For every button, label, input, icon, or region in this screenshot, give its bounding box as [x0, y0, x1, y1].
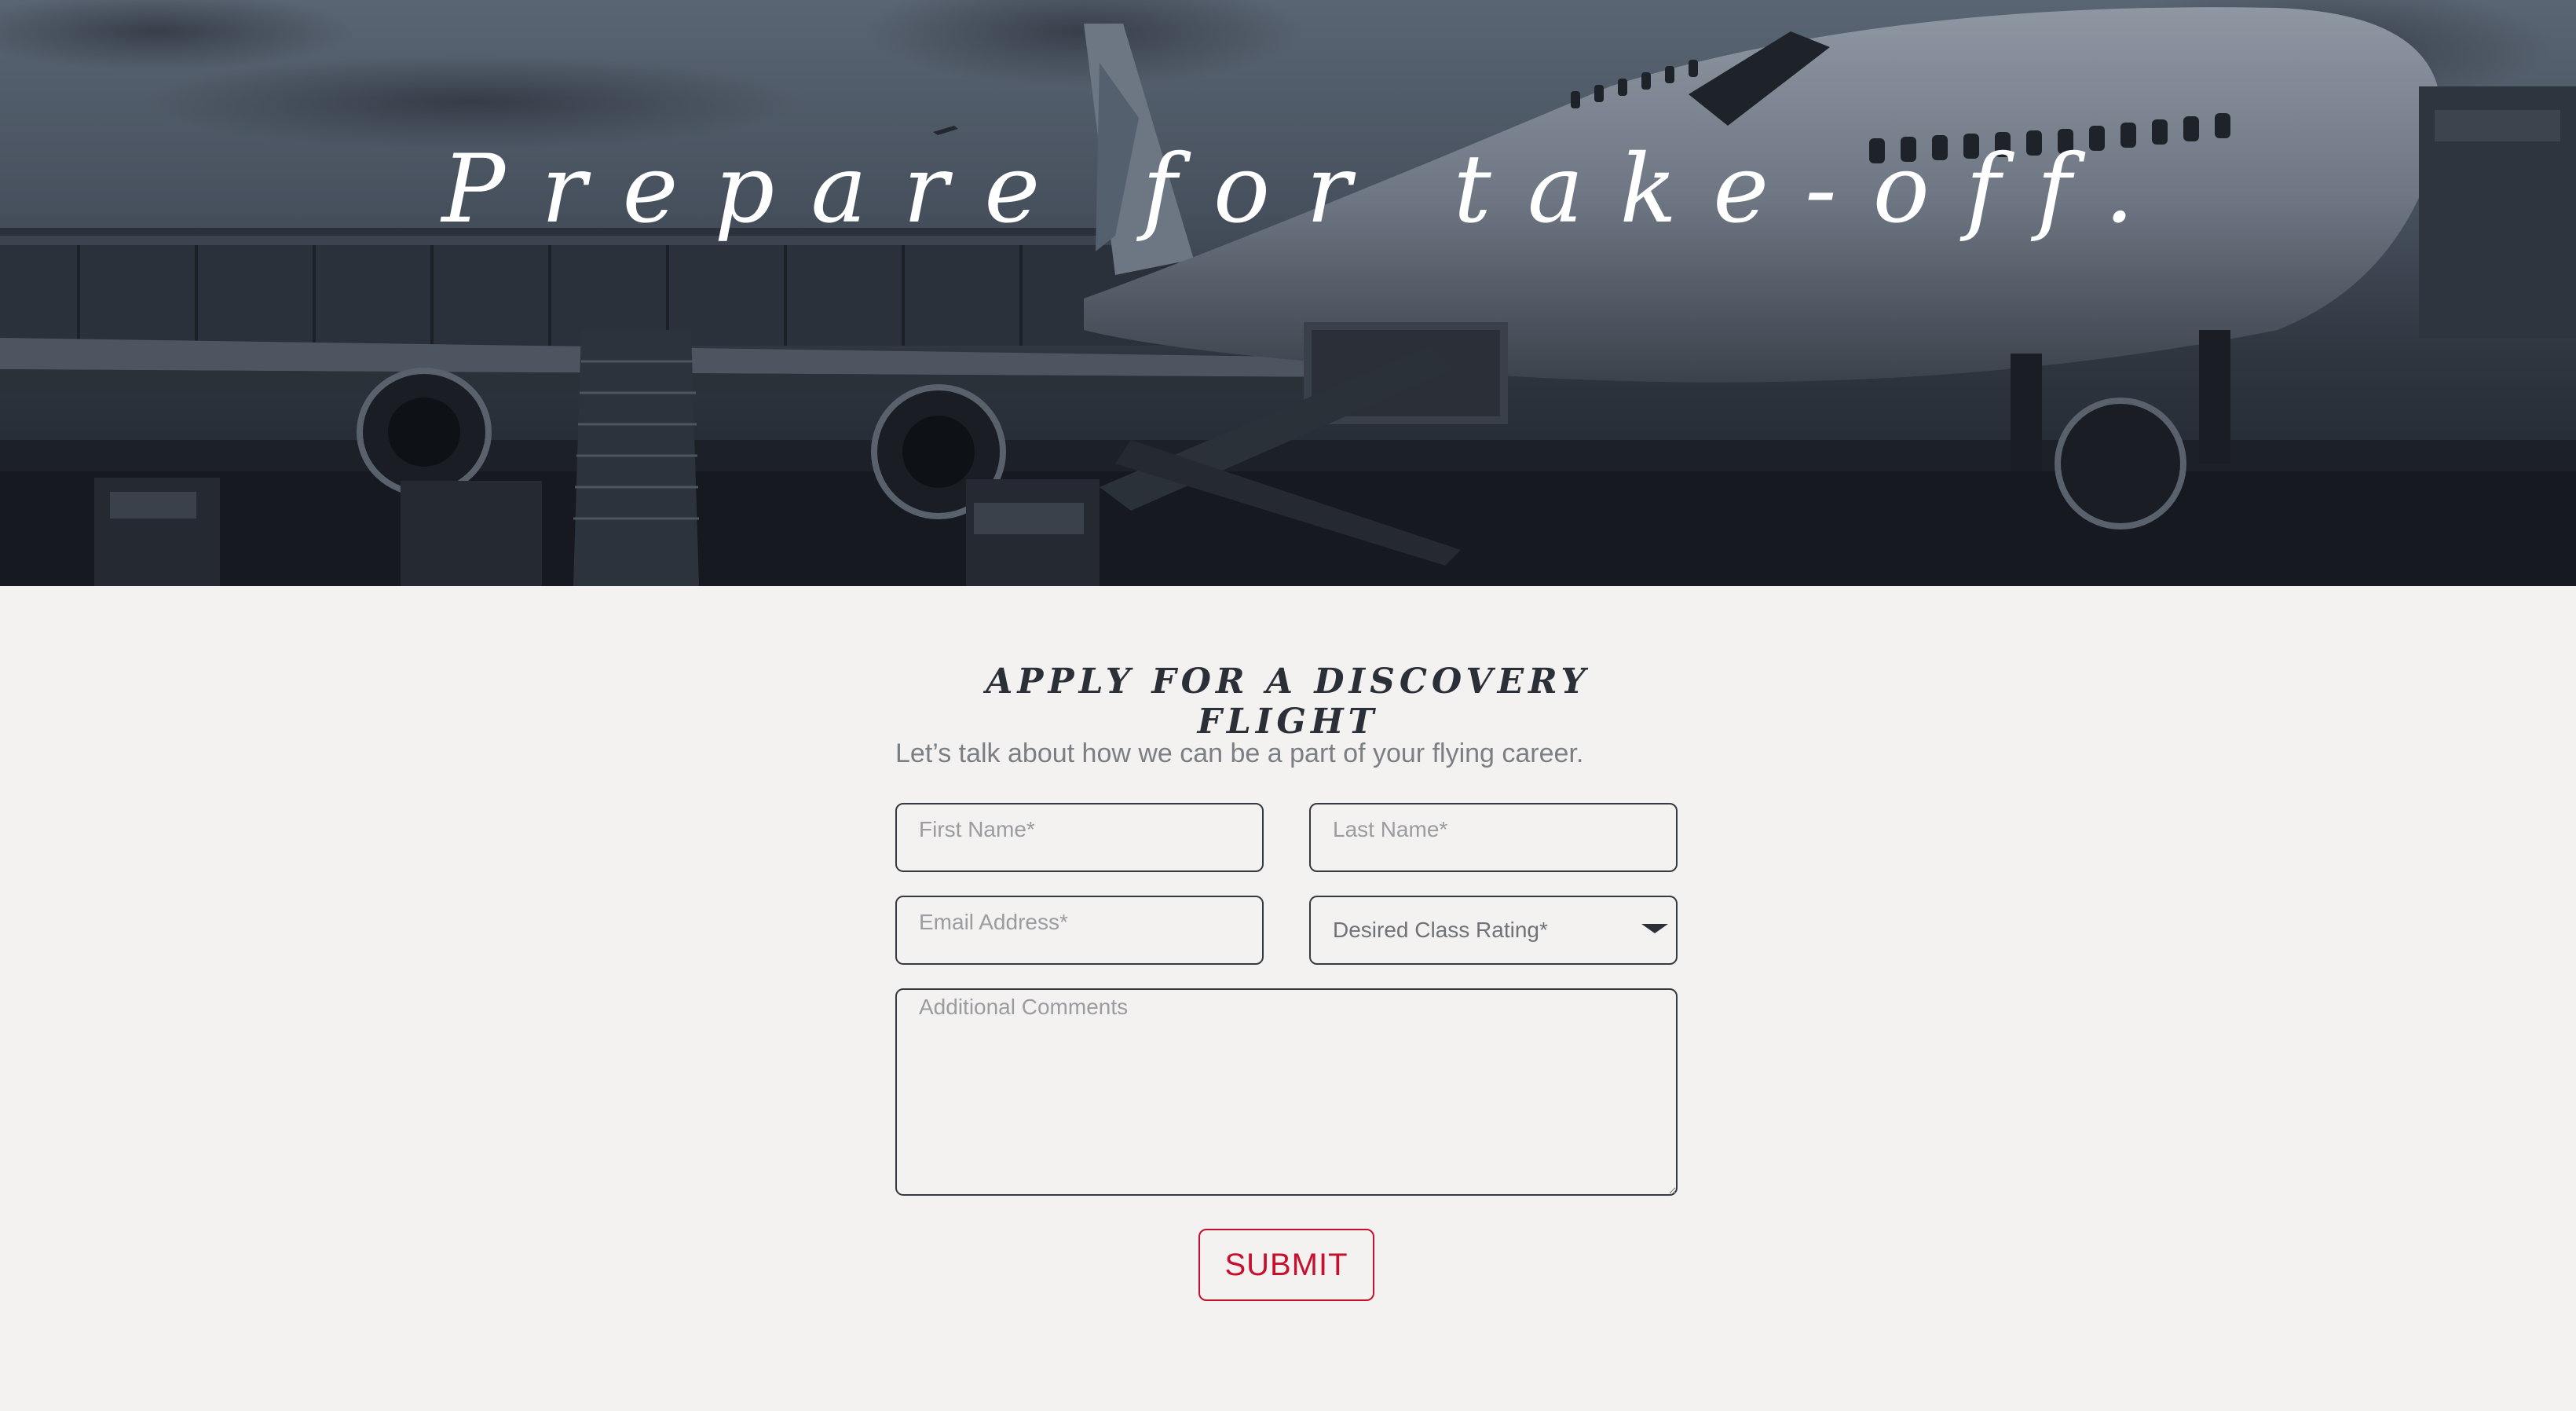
- hero-banner: Prepare for take-off.: [0, 0, 2576, 586]
- discovery-flight-form-section: APPLY FOR A DISCOVERY FLIGHT Let’s talk …: [0, 586, 2576, 1411]
- form-heading: APPLY FOR A DISCOVERY FLIGHT: [986, 662, 1590, 742]
- chevron-down-icon: [1641, 924, 1668, 933]
- form-intro-text: Let’s talk about how we can be a part of…: [895, 738, 1584, 768]
- email-field[interactable]: [895, 896, 1264, 965]
- hero-title: Prepare for take-off.: [441, 135, 2171, 244]
- submit-button[interactable]: SUBMIT: [1198, 1229, 1374, 1301]
- hero-background-image: [0, 0, 2576, 586]
- class-rating-selected-value: Desired Class Rating*: [1333, 918, 1548, 942]
- additional-comments-field[interactable]: [895, 988, 1678, 1196]
- first-name-field[interactable]: [895, 803, 1264, 872]
- class-rating-select[interactable]: Desired Class Rating*: [1309, 896, 1678, 965]
- last-name-field[interactable]: [1309, 803, 1678, 872]
